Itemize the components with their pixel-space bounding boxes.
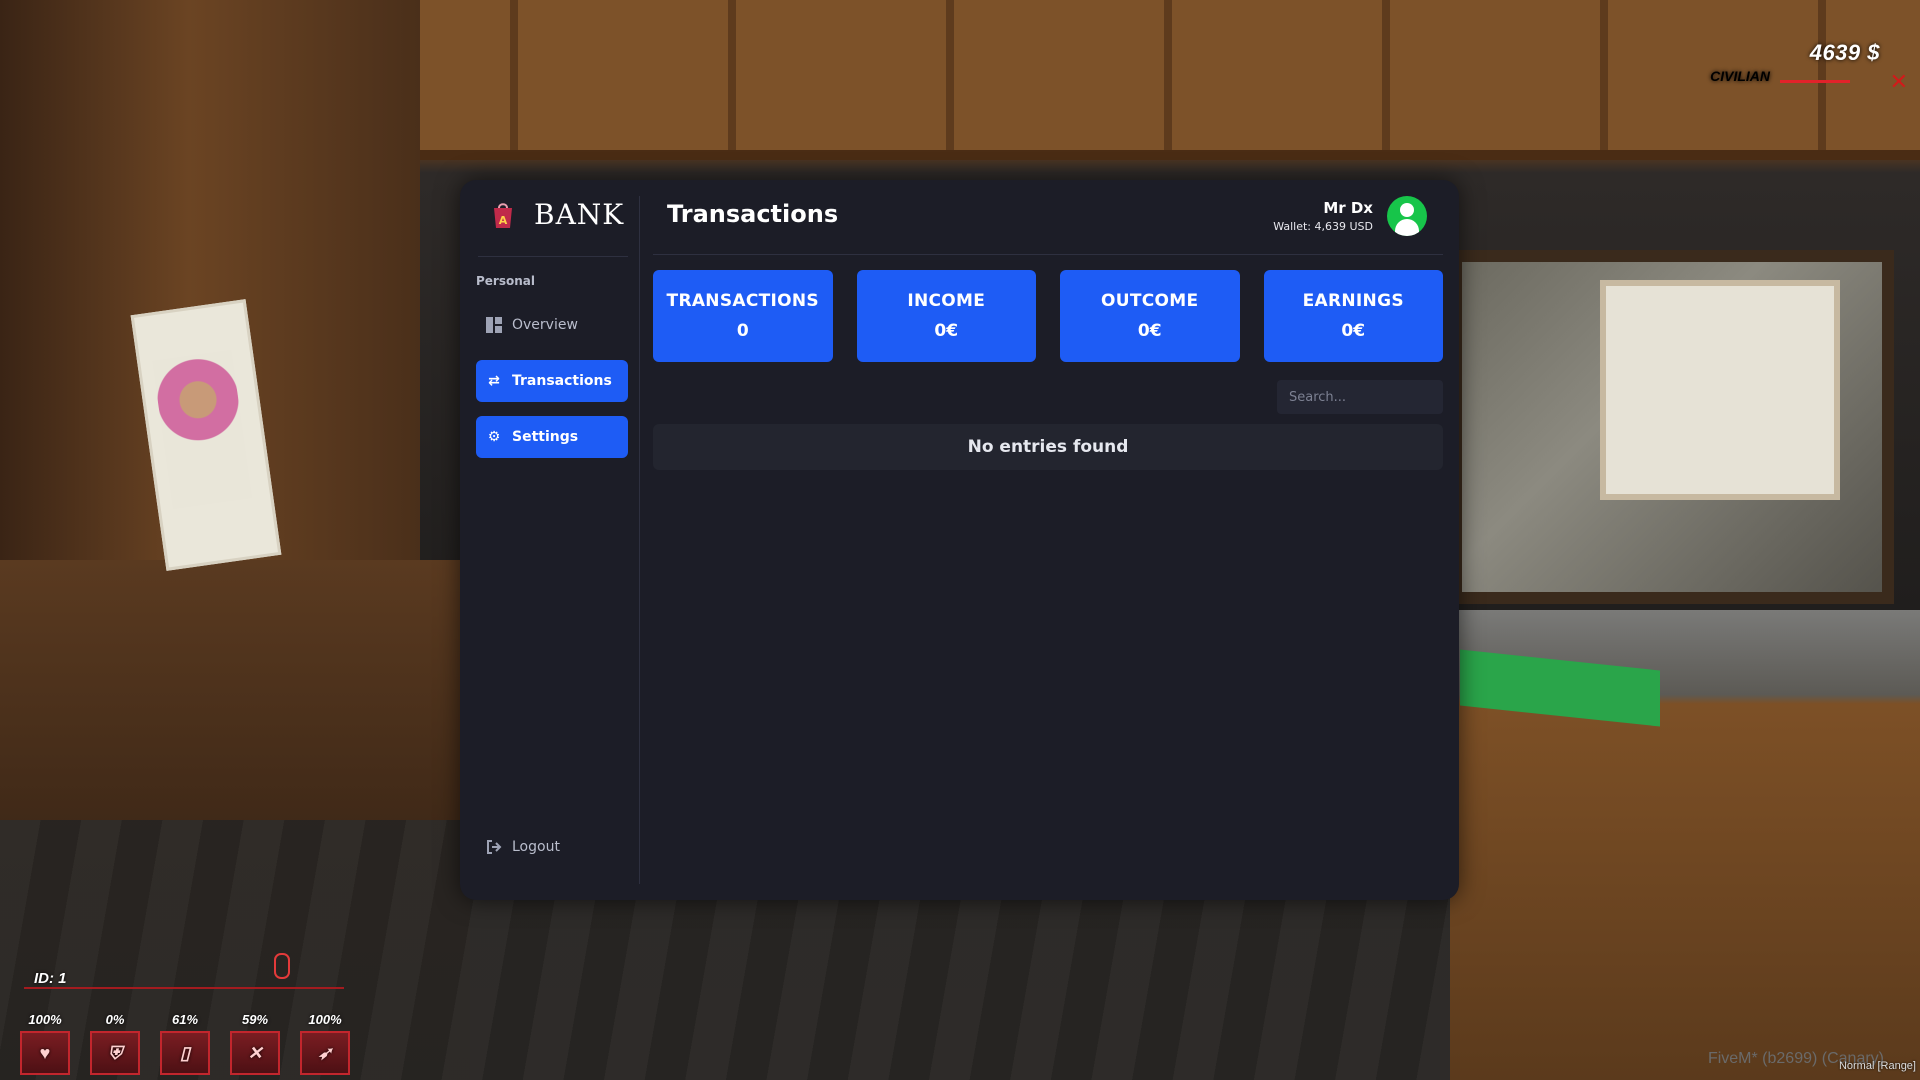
food-icon: ✕ bbox=[230, 1031, 280, 1075]
sidebar-item-transactions[interactable]: ⇄ Transactions bbox=[476, 360, 628, 402]
hud-stat-health: 100% ♥ bbox=[20, 1012, 70, 1075]
hud-stat-value: 59% bbox=[241, 1012, 269, 1027]
sidebar-item-label: Settings bbox=[512, 429, 579, 445]
brand-divider bbox=[478, 256, 628, 257]
drink-icon: ▯ bbox=[160, 1031, 210, 1075]
notice-board bbox=[1600, 280, 1840, 500]
heart-icon: ♥ bbox=[20, 1031, 70, 1075]
wooden-wall-panels bbox=[300, 0, 1920, 160]
svg-text:A: A bbox=[499, 214, 508, 227]
hud-role: CIVILIAN bbox=[1710, 68, 1770, 84]
user-name: Mr Dx bbox=[1323, 199, 1373, 217]
logout-button[interactable]: Logout bbox=[476, 826, 628, 868]
hud-stat-value: 61% bbox=[171, 1012, 199, 1027]
card-earnings: EARNINGS 0€ bbox=[1263, 270, 1443, 362]
hud-stats: 100% ♥ 0% ⛨ 61% ▯ 59% ✕ 100% ➶ bbox=[20, 1012, 350, 1075]
stamina-icon: ➶ bbox=[300, 1031, 350, 1075]
hud-stat-thirst: 61% ▯ bbox=[160, 1012, 210, 1075]
summary-cards: TRANSACTIONS 0 INCOME 0€ OUTCOME 0€ EARN… bbox=[653, 270, 1443, 362]
shield-icon: ⛨ bbox=[90, 1031, 140, 1075]
card-value: 0€ bbox=[934, 321, 959, 341]
microphone-icon bbox=[274, 953, 290, 979]
card-transactions: TRANSACTIONS 0 bbox=[653, 270, 833, 362]
grid-icon bbox=[486, 317, 502, 333]
section-label-personal: Personal bbox=[476, 274, 535, 288]
gear-icon: ⚙ bbox=[487, 429, 501, 445]
avatar[interactable] bbox=[1387, 196, 1427, 236]
hud-money-panel: 4639 $ bbox=[1810, 40, 1880, 66]
card-label: INCOME bbox=[907, 291, 986, 311]
hud-money: 4639 $ bbox=[1809, 40, 1880, 65]
hud-stat-hunger: 59% ✕ bbox=[230, 1012, 280, 1075]
brand: A BANK bbox=[490, 198, 624, 231]
hud-id-bar bbox=[24, 975, 344, 989]
brand-title: BANK bbox=[534, 198, 625, 231]
hud-stat-value: 100% bbox=[28, 1012, 62, 1027]
sidebar-divider bbox=[639, 196, 640, 884]
card-value: 0 bbox=[736, 321, 749, 341]
exchange-icon: ⇄ bbox=[488, 373, 500, 389]
user-wallet: Wallet: 4,639 USD bbox=[1273, 220, 1373, 233]
logout-icon bbox=[486, 839, 502, 855]
hud-role-underline bbox=[1780, 80, 1850, 83]
bank-logo-icon: A bbox=[490, 200, 516, 230]
user-info: Mr Dx Wallet: 4,639 USD bbox=[1273, 196, 1427, 236]
sidebar-item-label: Overview bbox=[512, 317, 578, 333]
voice-mode-label: Normal [Range] bbox=[1838, 1060, 1916, 1072]
card-value: 0€ bbox=[1137, 321, 1162, 341]
search-input[interactable] bbox=[1277, 380, 1443, 414]
hud-stat-value: 100% bbox=[308, 1012, 342, 1027]
header-divider bbox=[653, 254, 1443, 255]
card-label: OUTCOME bbox=[1101, 291, 1199, 311]
main-content: Transactions Mr Dx Wallet: 4,639 USD TRA… bbox=[653, 180, 1443, 900]
empty-state-message: No entries found bbox=[653, 424, 1443, 470]
page-title: Transactions bbox=[667, 200, 839, 228]
hud-stat-armor: 0% ⛨ bbox=[90, 1012, 140, 1075]
sidebar-item-settings[interactable]: ⚙ Settings bbox=[476, 416, 628, 458]
hud-stat-stamina: 100% ➶ bbox=[300, 1012, 350, 1075]
card-value: 0€ bbox=[1341, 321, 1366, 341]
sidebar: A BANK Personal Overview ⇄ Transactions … bbox=[460, 180, 640, 900]
card-outcome: OUTCOME 0€ bbox=[1060, 270, 1240, 362]
card-label: TRANSACTIONS bbox=[666, 291, 819, 311]
bank-window: A BANK Personal Overview ⇄ Transactions … bbox=[460, 180, 1459, 900]
server-logo-icon: ✕ bbox=[1889, 70, 1908, 95]
card-income: INCOME 0€ bbox=[856, 270, 1036, 362]
hud-stat-value: 0% bbox=[105, 1012, 125, 1027]
card-label: EARNINGS bbox=[1302, 291, 1404, 311]
logout-label: Logout bbox=[512, 839, 560, 855]
user-text: Mr Dx Wallet: 4,639 USD bbox=[1273, 199, 1373, 233]
sidebar-item-label: Transactions bbox=[512, 373, 612, 389]
sidebar-item-overview[interactable]: Overview bbox=[476, 304, 628, 346]
